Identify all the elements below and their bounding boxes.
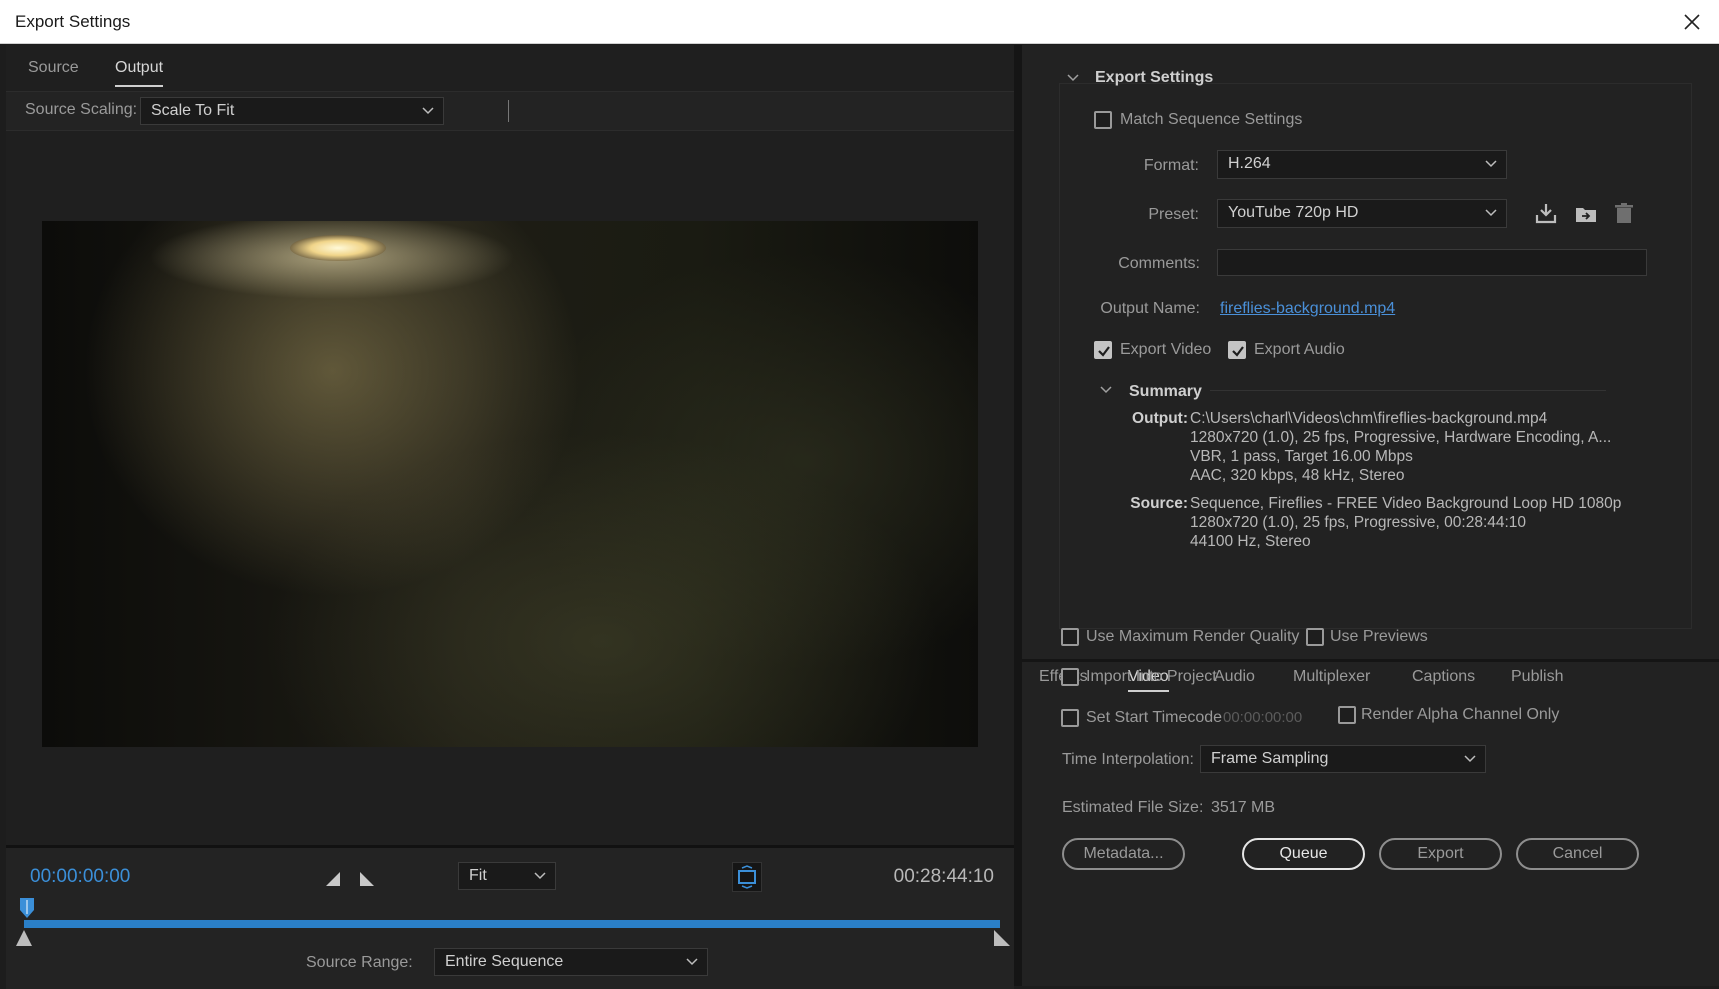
timeline-track[interactable]	[24, 920, 1000, 928]
time-interpolation-dropdown[interactable]: Frame Sampling	[1200, 745, 1486, 773]
time-interpolation-value: Frame Sampling	[1211, 750, 1329, 767]
render-alpha-checkbox[interactable]	[1338, 706, 1356, 724]
export-settings-title: Export Settings	[1095, 69, 1214, 86]
chevron-down-icon[interactable]	[1066, 71, 1080, 85]
preset-dropdown[interactable]: YouTube 720p HD	[1217, 199, 1507, 228]
window-title: Export Settings	[15, 12, 131, 31]
source-scaling-row: Source Scaling: Scale To Fit	[6, 91, 1014, 131]
source-scaling-value: Scale To Fit	[151, 102, 235, 119]
format-dropdown[interactable]: H.264	[1217, 150, 1507, 179]
format-label: Format:	[1143, 157, 1199, 174]
save-preset-icon[interactable]	[1534, 201, 1558, 225]
summary-output-line: 1280x720 (1.0), 25 fps, Progressive, Har…	[1190, 429, 1612, 446]
export-audio-checkbox[interactable]	[1228, 341, 1246, 359]
metadata-button[interactable]: Metadata...	[1062, 838, 1185, 870]
preset-value: YouTube 720p HD	[1228, 204, 1359, 221]
max-render-quality-label: Use Maximum Render Quality	[1086, 628, 1300, 645]
set-start-timecode-label: Set Start Timecode	[1086, 709, 1223, 726]
use-previews-label: Use Previews	[1330, 628, 1428, 645]
tab-source[interactable]: Source	[28, 59, 79, 77]
video-preview	[42, 221, 978, 747]
comments-input[interactable]	[1217, 249, 1647, 276]
match-sequence-label: Match Sequence Settings	[1120, 111, 1303, 128]
import-into-project-label: Import Into Project	[1086, 668, 1217, 685]
set-start-timecode-checkbox[interactable]	[1061, 709, 1079, 727]
export-audio-label: Export Audio	[1254, 341, 1345, 358]
lamp-light	[290, 235, 386, 261]
summary-source-label: Source:	[1130, 495, 1188, 512]
tab-publish[interactable]: Publish	[1511, 668, 1563, 686]
output-name-link[interactable]: fireflies-background.mp4	[1220, 300, 1395, 318]
summary-title: Summary	[1129, 383, 1202, 400]
settings-pane: Export Settings Match Sequence Settings …	[1022, 45, 1719, 986]
start-timecode-input[interactable]: 00:00:00:00	[1223, 709, 1302, 726]
time-interpolation-label: Time Interpolation:	[1062, 751, 1194, 768]
title-bar: Export Settings	[0, 0, 1719, 44]
divider	[508, 100, 509, 122]
file-size-label: Estimated File Size:	[1062, 799, 1204, 816]
export-video-checkbox[interactable]	[1094, 341, 1112, 359]
tab-multiplexer[interactable]: Multiplexer	[1293, 668, 1370, 686]
in-point-handle-icon[interactable]	[16, 930, 32, 946]
use-previews-checkbox[interactable]	[1306, 628, 1324, 646]
chevron-down-icon[interactable]	[1099, 383, 1113, 397]
preview-pane: Source Output Source Scaling: Scale To F…	[0, 45, 1014, 989]
chevron-down-icon	[1464, 755, 1476, 763]
match-sequence-checkbox[interactable]	[1094, 111, 1112, 129]
summary-source-line: 44100 Hz, Stereo	[1190, 533, 1311, 550]
source-scaling-dropdown[interactable]: Scale To Fit	[140, 97, 444, 125]
export-video-label: Export Video	[1120, 341, 1212, 358]
current-timecode[interactable]: 00:00:00:00	[30, 866, 130, 888]
tab-output[interactable]: Output	[115, 59, 164, 87]
playback-controls: 00:00:00:00 Fit 00:28:44:10 Source Range…	[6, 845, 1014, 989]
output-name-label: Output Name:	[1100, 300, 1200, 317]
zoom-dropdown[interactable]: Fit	[458, 862, 556, 890]
mark-in-icon[interactable]	[324, 870, 342, 888]
duration-timecode: 00:28:44:10	[893, 866, 994, 887]
source-range-value: Entire Sequence	[445, 953, 564, 970]
tab-audio[interactable]: Audio	[1214, 668, 1255, 686]
source-range-label: Source Range:	[306, 954, 413, 971]
zoom-value: Fit	[469, 867, 487, 884]
queue-button[interactable]: Queue	[1242, 838, 1365, 870]
tab-captions[interactable]: Captions	[1412, 668, 1475, 686]
preset-label: Preset:	[1148, 206, 1199, 223]
format-value: H.264	[1228, 155, 1271, 172]
summary-source-line: Sequence, Fireflies - FREE Video Backgro…	[1190, 495, 1622, 512]
file-size-value: 3517 MB	[1211, 799, 1276, 816]
summary-output-line: AAC, 320 kbps, 48 kHz, Stereo	[1190, 467, 1405, 484]
out-point-handle-icon[interactable]	[994, 930, 1010, 946]
comments-label: Comments:	[1118, 255, 1200, 272]
summary-output-line: C:\Users\charl\Videos\chm\fireflies-back…	[1190, 410, 1548, 427]
import-into-project-checkbox[interactable]	[1061, 668, 1079, 686]
delete-preset-icon[interactable]	[1612, 201, 1636, 225]
import-preset-icon[interactable]	[1574, 201, 1598, 225]
chevron-down-icon	[534, 872, 546, 880]
chevron-down-icon	[422, 107, 434, 115]
chevron-down-icon	[686, 958, 698, 966]
summary-output-line: VBR, 1 pass, Target 16.00 Mbps	[1190, 448, 1413, 465]
aspect-ratio-icon	[738, 865, 756, 889]
source-scaling-label: Source Scaling:	[25, 101, 138, 118]
summary-output-label: Output:	[1132, 410, 1188, 427]
max-render-quality-checkbox[interactable]	[1061, 628, 1079, 646]
checkmark-icon	[1232, 346, 1244, 357]
cancel-button[interactable]: Cancel	[1516, 838, 1639, 870]
aspect-ratio-correction-button[interactable]	[732, 862, 762, 892]
checkmark-icon	[1098, 346, 1110, 357]
chevron-down-icon	[1485, 209, 1497, 217]
divider	[1210, 390, 1606, 391]
export-button[interactable]: Export	[1379, 838, 1502, 870]
close-icon[interactable]	[1679, 9, 1705, 35]
chevron-down-icon	[1485, 160, 1497, 168]
source-range-dropdown[interactable]: Entire Sequence	[434, 948, 708, 976]
summary-source-line: 1280x720 (1.0), 25 fps, Progressive, 00:…	[1190, 514, 1527, 531]
render-alpha-label: Render Alpha Channel Only	[1361, 706, 1560, 723]
pane-separator[interactable]	[1014, 45, 1022, 986]
mark-out-icon[interactable]	[358, 870, 376, 888]
